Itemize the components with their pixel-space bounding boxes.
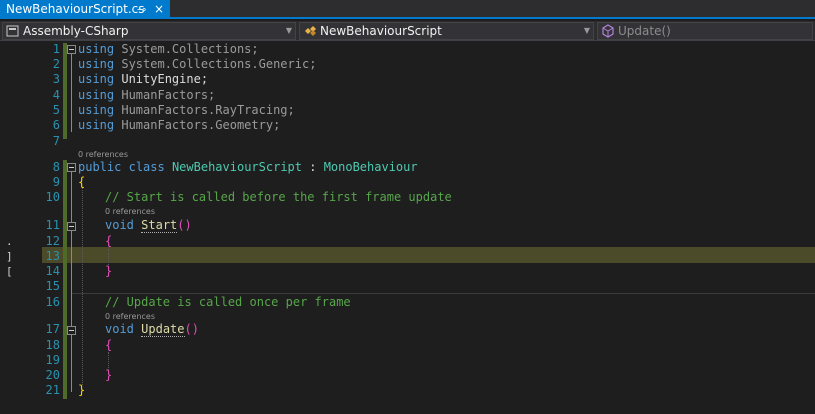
codelens-references[interactable]: 0 references <box>105 312 155 322</box>
line-number: 13 <box>45 249 60 263</box>
line-number: 5 <box>52 103 60 117</box>
class-open-brace: { <box>78 175 86 189</box>
collapse-icon[interactable] <box>67 326 76 335</box>
code-editor[interactable]: . ] [ 1 2 3 4 5 6 7 8 9 10 11 12 13 14 1… <box>0 41 815 414</box>
tab-title: NewBehaviourScript.cs <box>6 2 145 16</box>
line-number: 3 <box>52 72 60 86</box>
type-dropdown[interactable]: NewBehaviourScript ▼ <box>299 22 594 40</box>
line-number: 14 <box>45 264 60 278</box>
line-number: 15 <box>45 279 60 293</box>
line-number: 8 <box>52 160 60 174</box>
project-dropdown[interactable]: Assembly-CSharp ▼ <box>2 22 296 40</box>
line-number: 11 <box>45 218 60 232</box>
code-line: public class NewBehaviourScript : MonoBe… <box>78 160 418 175</box>
project-label: Assembly-CSharp <box>23 24 129 38</box>
close-icon[interactable]: × <box>154 0 164 19</box>
punctuation: () <box>177 218 192 232</box>
margin-mark: [ <box>6 265 13 278</box>
code-line: using HumanFactors.RayTracing; <box>78 103 295 118</box>
line-number: 10 <box>45 190 60 204</box>
method-name: Update <box>141 322 185 337</box>
code-line: using System.Collections; <box>78 42 259 57</box>
code-line: void Update() <box>105 322 199 337</box>
keyword: class <box>128 160 165 174</box>
code-line: using HumanFactors.Geometry; <box>78 118 280 133</box>
codelens-references[interactable]: 0 references <box>78 150 128 160</box>
pin-icon[interactable]: ⊸ <box>137 0 146 19</box>
namespace: UnityEngine; <box>121 72 209 86</box>
line-number: 17 <box>45 322 60 336</box>
line-number: 1 <box>52 42 60 56</box>
outline-line <box>71 231 72 270</box>
navigation-bar: Assembly-CSharp ▼ NewBehaviourScript ▼ U… <box>0 21 815 41</box>
keyword: using <box>78 57 115 71</box>
class-icon <box>305 26 316 36</box>
keyword: void <box>105 322 134 336</box>
namespace: HumanFactors.RayTracing; <box>121 103 295 117</box>
class-close-brace: } <box>78 383 86 397</box>
method-open-brace: { <box>105 338 113 352</box>
keyword: using <box>78 103 115 117</box>
change-bar <box>63 43 67 139</box>
method-name: Start <box>141 218 178 233</box>
line-number: 4 <box>52 88 60 102</box>
code-line: using HumanFactors; <box>78 88 215 103</box>
base-class: MonoBehaviour <box>323 160 418 174</box>
line-number: 9 <box>52 175 60 189</box>
chevron-down-icon: ▼ <box>285 26 292 35</box>
method-close-brace: } <box>105 368 113 382</box>
outline-line <box>71 50 72 132</box>
code-line: void Start() <box>105 218 192 233</box>
keyword: void <box>105 218 134 232</box>
collapse-icon[interactable] <box>67 45 76 54</box>
line-number: 6 <box>52 118 60 132</box>
comment: // Start is called before the first fram… <box>105 190 452 204</box>
outline-line <box>71 335 72 374</box>
punctuation: : <box>302 160 324 174</box>
type-label: NewBehaviourScript <box>320 24 442 38</box>
margin-mark: . <box>6 235 13 248</box>
current-line-highlight <box>42 247 815 263</box>
line-number: 19 <box>45 353 60 367</box>
method-open-brace: { <box>105 234 113 248</box>
namespace: System.Collections.Generic; <box>121 57 317 71</box>
keyword: using <box>78 88 115 102</box>
tab-newbehaviourscript[interactable]: NewBehaviourScript.cs ⊸ × <box>0 0 170 19</box>
keyword: public <box>78 160 122 174</box>
method-close-brace: } <box>105 264 113 278</box>
document-tab-strip: NewBehaviourScript.cs ⊸ × <box>0 0 815 19</box>
namespace: HumanFactors.Geometry; <box>121 118 281 132</box>
chevron-down-icon: ▼ <box>583 26 590 35</box>
line-number: 16 <box>45 295 60 309</box>
comment: // Update is called once per frame <box>105 295 351 309</box>
codelens-references[interactable]: 0 references <box>105 207 155 217</box>
indent-guide <box>82 187 83 385</box>
method-separator <box>72 293 815 294</box>
code-line: using UnityEngine; <box>78 72 208 87</box>
line-number: 2 <box>52 57 60 71</box>
margin-mark: ] <box>6 250 13 263</box>
line-number: 18 <box>45 338 60 352</box>
member-label: Update() <box>618 24 671 38</box>
line-number: 12 <box>45 234 60 248</box>
punctuation: () <box>184 322 199 336</box>
method-icon <box>602 24 614 38</box>
namespace: System.Collections; <box>121 42 259 56</box>
collapse-icon[interactable] <box>67 163 76 172</box>
class-name: NewBehaviourScript <box>171 160 302 174</box>
keyword: using <box>78 72 115 86</box>
namespace: HumanFactors; <box>121 88 216 102</box>
csharp-project-icon <box>6 25 19 37</box>
code-line: using System.Collections.Generic; <box>78 57 316 72</box>
member-dropdown[interactable]: Update() <box>597 22 813 40</box>
keyword: using <box>78 118 115 132</box>
change-bar <box>63 160 67 399</box>
line-number: 7 <box>52 134 60 148</box>
collapse-icon[interactable] <box>67 222 76 231</box>
line-number: 21 <box>45 383 60 397</box>
keyword: using <box>78 42 115 56</box>
line-number: 20 <box>45 368 60 382</box>
